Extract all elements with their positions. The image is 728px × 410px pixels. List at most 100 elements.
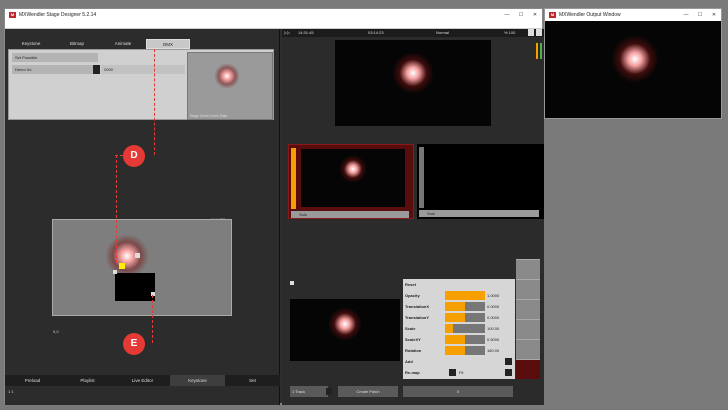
param-opacity-label: Opacity bbox=[405, 293, 420, 298]
clip-thumbnail[interactable]: Stage Demo Grein Rate bbox=[187, 52, 273, 120]
strip-slot-4[interactable] bbox=[516, 319, 540, 339]
marker-d-line-down bbox=[116, 155, 117, 263]
param-scalexy-value[interactable]: 0.5000 bbox=[487, 336, 499, 343]
param-translationy[interactable]: TranslationY 0.0000 bbox=[403, 312, 515, 323]
param-scale[interactable]: Scale 100.00 bbox=[403, 323, 515, 334]
param-translationx[interactable]: TranslationX 0.0000 bbox=[403, 301, 515, 312]
layer-b-label[interactable]: Solo bbox=[419, 210, 539, 217]
param-scale-value[interactable]: 100.00 bbox=[487, 325, 499, 332]
layer-a-level[interactable] bbox=[291, 148, 296, 209]
param-scalexy-slider[interactable] bbox=[445, 335, 485, 344]
preview-monitor bbox=[335, 40, 491, 126]
param-scale-fill bbox=[445, 324, 453, 333]
param-opacity-value[interactable]: 1.0000 bbox=[487, 292, 499, 299]
tab-animate[interactable]: Animate bbox=[100, 39, 146, 49]
time-mid: 03:14:23 bbox=[368, 30, 384, 35]
tab-live-editor[interactable]: Live Editor bbox=[115, 375, 170, 386]
add-row[interactable]: Add bbox=[403, 356, 515, 367]
remap-row[interactable]: Re-map Fit bbox=[403, 367, 515, 378]
param-translationy-value[interactable]: 0.0000 bbox=[487, 314, 499, 321]
remap-label: Re-map bbox=[405, 370, 420, 375]
strip-slot-6[interactable] bbox=[516, 359, 540, 379]
strip-slot-1[interactable] bbox=[516, 259, 540, 279]
maximize-button[interactable]: ☐ bbox=[514, 9, 528, 21]
main-window: M MXWendler Stage Designer 5.2.14 — ☐ ✕ … bbox=[4, 8, 544, 405]
param-translationx-value[interactable]: 0.0000 bbox=[487, 303, 499, 310]
param-scale-label: Scale bbox=[405, 326, 416, 331]
layer-a[interactable]: Solo bbox=[288, 144, 414, 219]
stage-black-layer[interactable] bbox=[115, 273, 155, 301]
track-arrow-icon[interactable] bbox=[326, 388, 332, 395]
minimize-button[interactable]: — bbox=[500, 9, 514, 21]
remap-arrow-icon[interactable] bbox=[449, 369, 456, 376]
marker-d-line-up bbox=[154, 49, 155, 155]
track-button[interactable]: 1 Track bbox=[290, 386, 328, 397]
parameter-panel: Reset Opacity 1.0000 TranslationX 0.0000… bbox=[403, 279, 515, 379]
level-meter-right bbox=[540, 43, 542, 59]
param-scale-slider[interactable] bbox=[445, 324, 485, 333]
marker-d: D bbox=[123, 145, 145, 167]
preview-glow bbox=[392, 52, 434, 94]
corner-handle-left[interactable] bbox=[113, 270, 117, 274]
remap-arrow-right-icon[interactable] bbox=[505, 369, 512, 376]
strip-slot-3[interactable] bbox=[516, 299, 540, 319]
param-rotation[interactable]: Rotation 180.00 bbox=[403, 345, 515, 356]
demo-row-label: Demo Vo bbox=[12, 65, 96, 74]
close-icon[interactable] bbox=[536, 29, 542, 36]
param-opacity-slider[interactable] bbox=[445, 291, 485, 300]
side-strip bbox=[516, 259, 540, 379]
output-minimize-button[interactable]: — bbox=[679, 9, 693, 21]
main-window-title: MXWendler Stage Designer 5.2.14 bbox=[19, 12, 97, 18]
play-icon[interactable]: ▷▷ bbox=[284, 29, 290, 37]
output-maximize-button[interactable]: ☐ bbox=[693, 9, 707, 21]
clip-toggle[interactable] bbox=[290, 281, 294, 285]
param-translationx-label: TranslationX bbox=[405, 304, 430, 309]
param-opacity[interactable]: Opacity 1.0000 bbox=[403, 290, 515, 301]
x-button[interactable]: X bbox=[403, 386, 513, 397]
tab-bitmap[interactable]: Bitmap bbox=[54, 39, 100, 49]
transport-bar: ▷▷ 14:31:45 03:14:23 Normal % 100 bbox=[282, 29, 544, 37]
param-rotation-slider[interactable] bbox=[445, 346, 485, 355]
thumbnail-caption: Stage Demo Grein Rate bbox=[190, 114, 228, 118]
add-arrow-icon[interactable] bbox=[505, 358, 512, 365]
playback-mode[interactable]: Normal bbox=[436, 29, 449, 37]
output-close-button[interactable]: ✕ bbox=[707, 9, 721, 21]
stage-canvas[interactable] bbox=[52, 219, 232, 316]
param-scalexy-fill bbox=[445, 335, 465, 344]
level-meter-left bbox=[536, 43, 538, 59]
strip-slot-2[interactable] bbox=[516, 279, 540, 299]
main-titlebar: M MXWendler Stage Designer 5.2.14 — ☐ ✕ bbox=[5, 9, 542, 21]
tab-dmx[interactable]: DMX bbox=[146, 39, 190, 49]
output-glow bbox=[611, 35, 659, 83]
tab-playlist[interactable]: Playlist bbox=[60, 375, 115, 386]
demo-value-field[interactable]: 2000 bbox=[101, 65, 185, 74]
close-button[interactable]: ✕ bbox=[528, 9, 542, 21]
layer-b[interactable]: Solo bbox=[417, 144, 544, 219]
remap-value[interactable]: Fit bbox=[459, 367, 463, 378]
tab-set-bottom[interactable]: Set bbox=[225, 375, 280, 386]
arrow-left-icon[interactable] bbox=[93, 65, 100, 74]
param-translationy-fill bbox=[445, 313, 465, 322]
output-titlebar: M MXWendler Output Window — ☐ ✕ bbox=[545, 9, 721, 21]
layer-a-label[interactable]: Solo bbox=[291, 211, 409, 218]
right-panel: ▷▷ 14:31:45 03:14:23 Normal % 100 Solo S… bbox=[282, 29, 544, 405]
time-left: 14:31:45 bbox=[298, 30, 314, 35]
create-patch-button[interactable]: Create Patch bbox=[338, 386, 398, 397]
tab-keystone[interactable]: Keystone bbox=[8, 39, 54, 49]
output-video bbox=[545, 21, 721, 118]
param-translationx-slider[interactable] bbox=[445, 302, 485, 311]
corner-handle-top[interactable] bbox=[135, 253, 140, 258]
yellow-handle[interactable] bbox=[119, 263, 125, 269]
strip-slot-5[interactable] bbox=[516, 339, 540, 359]
reset-button[interactable]: Reset bbox=[403, 279, 515, 290]
zoom-percent: % 100 bbox=[504, 30, 516, 35]
set-possible-row[interactable]: Set Possible bbox=[12, 53, 98, 62]
output-window-title: MXWendler Output Window bbox=[559, 12, 621, 18]
tab-keystone-bottom[interactable]: Keystone bbox=[170, 375, 225, 386]
param-translationy-slider[interactable] bbox=[445, 313, 485, 322]
param-rotation-value[interactable]: 180.00 bbox=[487, 347, 499, 354]
layer-b-level[interactable] bbox=[419, 147, 424, 208]
param-scalexy[interactable]: ScaleXY 0.5000 bbox=[403, 334, 515, 345]
add-icon[interactable] bbox=[528, 29, 534, 36]
tab-preload[interactable]: Preload bbox=[5, 375, 60, 386]
